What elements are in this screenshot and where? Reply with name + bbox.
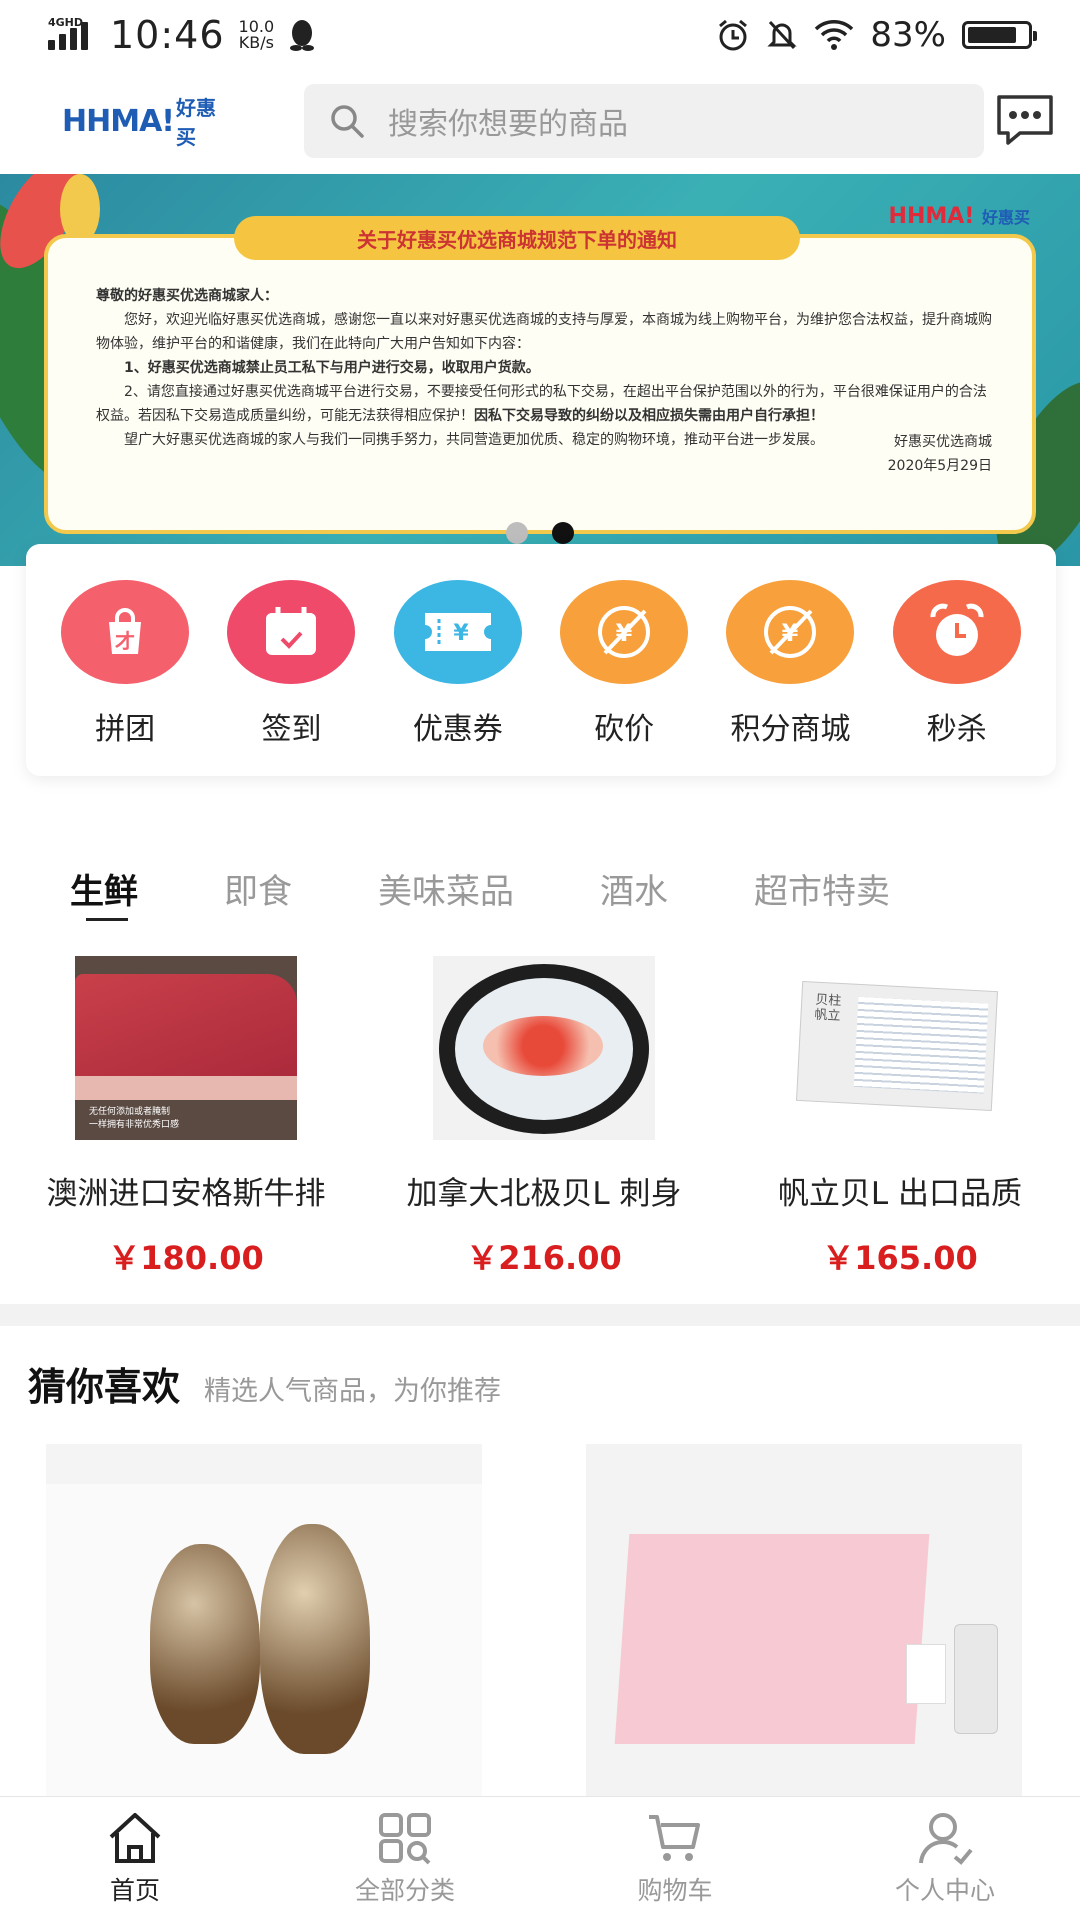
quick-item-coupon[interactable]: ¥ 优惠券 xyxy=(388,580,528,776)
message-icon[interactable] xyxy=(994,91,1056,151)
quick-menu: 才 拼团 签到 ¥ 优惠券 ¥ 砍价 ¥ 积分商城 秒杀 xyxy=(26,544,1056,776)
tab-drinks[interactable]: 酒水 xyxy=(600,864,668,913)
notice-greeting: 尊敬的好惠买优选商城家人： xyxy=(96,288,278,304)
product-price: ￥216.00 xyxy=(466,1239,622,1277)
status-time: 10:46 xyxy=(110,13,225,57)
nav-profile[interactable]: 个人中心 xyxy=(810,1797,1080,1920)
product-image-gift-box xyxy=(586,1444,1022,1800)
quick-item-group-buy[interactable]: 才 拼团 xyxy=(55,580,195,776)
wifi-icon xyxy=(815,20,854,50)
category-grid-icon xyxy=(379,1813,431,1865)
network-speed: 10.0 KB/s xyxy=(238,17,275,52)
cellular-signal-icon: 4GHD xyxy=(48,16,96,50)
coupon-ticket-icon: ¥ xyxy=(393,580,522,684)
notice-point: 2、请您直接通过好惠买优选商城平台进行交易，不要接受任何形式的私下交易，在超出平… xyxy=(96,384,987,424)
search-placeholder: 搜索你想要的商品 xyxy=(388,107,628,142)
banner-dot[interactable] xyxy=(506,522,528,544)
points-mall-icon: ¥ xyxy=(726,580,855,684)
tab-fresh[interactable]: 生鲜 xyxy=(70,864,138,913)
promo-banner[interactable]: HHMA! 好惠买 关于好惠买优选商城规范下单的通知 尊敬的好惠买优选商城家人：… xyxy=(0,174,1080,566)
product-card[interactable]: 加拿大北极贝L 刺身 ￥216.00 xyxy=(384,956,704,1279)
nav-categories[interactable]: 全部分类 xyxy=(270,1797,540,1920)
section-subtitle: 精选人气商品，为你推荐 xyxy=(204,1376,502,1407)
shopping-bag-icon: 才 xyxy=(61,580,190,684)
notice-date: 2020年5月29日 xyxy=(887,458,992,474)
cart-icon xyxy=(649,1815,700,1861)
product-card[interactable]: 贝柱 帆立 帆立贝L 出口品质 ￥165.00 xyxy=(740,956,1060,1279)
nav-home[interactable]: 首页 xyxy=(0,1797,270,1920)
product-image-scallop: 贝柱 帆立 xyxy=(789,956,1011,1140)
top-header: HHMA! 好惠买 搜索你想要的商品 xyxy=(0,78,1080,164)
section-title: 猜你喜欢 xyxy=(28,1365,181,1409)
product-image-surf-clam xyxy=(433,956,655,1140)
status-bar: 4GHD 10:46 10.0 KB/s 83% xyxy=(0,0,1080,70)
product-image-steak: 无任何添加或者腌制 一样拥有非常优秀口感 xyxy=(75,956,297,1140)
alarm-clock-icon xyxy=(892,580,1021,684)
recommend-card[interactable] xyxy=(586,1444,1022,1800)
guess-you-like-header: 猜你喜欢 精选人气商品，为你推荐 xyxy=(28,1356,501,1411)
price-cut-icon: ¥ xyxy=(560,580,689,684)
nav-cart[interactable]: 购物车 xyxy=(540,1797,810,1920)
notice-card: 尊敬的好惠买优选商城家人： 您好，欢迎光临好惠买优选商城，感谢您一直以来对好惠买… xyxy=(44,234,1036,534)
product-name: 澳洲进口安格斯牛排 xyxy=(46,1176,326,1212)
product-name: 加拿大北极贝L 刺身 xyxy=(406,1176,682,1212)
product-list: 无任何添加或者腌制 一样拥有非常优秀口感 澳洲进口安格斯牛排 ￥180.00 加… xyxy=(0,956,1080,1279)
product-name: 帆立贝L 出口品质 xyxy=(777,1176,1023,1212)
quick-item-bargain[interactable]: ¥ 砍价 xyxy=(554,580,694,776)
banner-logo: HHMA! 好惠买 xyxy=(888,204,1030,229)
quick-item-flash-sale[interactable]: 秒杀 xyxy=(887,580,1027,776)
battery-percent: 83% xyxy=(870,15,946,55)
quick-item-points-mall[interactable]: ¥ 积分商城 xyxy=(720,580,860,776)
notice-point: 1、好惠买优选商城禁止员工私下与用户进行交易，收取用户货款。 xyxy=(124,360,540,376)
alarm-icon xyxy=(719,19,748,51)
calendar-check-icon xyxy=(227,580,356,684)
mute-bell-icon xyxy=(767,20,798,50)
app-logo[interactable]: HHMA! 好惠买 xyxy=(62,91,232,151)
home-icon xyxy=(109,1813,161,1863)
section-divider xyxy=(0,1304,1080,1326)
tab-supermarket-sale[interactable]: 超市特卖 xyxy=(754,864,890,913)
search-icon xyxy=(331,105,364,138)
svg-text:¥: ¥ xyxy=(453,621,469,646)
product-price: ￥180.00 xyxy=(108,1239,264,1277)
notice-title: 关于好惠买优选商城规范下单的通知 xyxy=(234,216,800,260)
active-tab-indicator xyxy=(86,918,128,921)
tab-dishes[interactable]: 美味菜品 xyxy=(378,864,514,913)
notice-paragraph: 您好，欢迎光临好惠买优选商城，感谢您一直以来对好惠买优选商城的支持与厚爱，本商城… xyxy=(96,312,992,352)
battery-icon xyxy=(962,21,1037,49)
category-tabs: 生鲜 即食 美味菜品 酒水 超市特卖 xyxy=(0,848,1080,928)
product-image-mushroom xyxy=(46,1484,482,1800)
tab-ready-to-eat[interactable]: 即食 xyxy=(224,864,292,913)
qq-penguin-icon xyxy=(290,20,315,51)
quick-item-checkin[interactable]: 签到 xyxy=(221,580,361,776)
bottom-navigation: 首页 全部分类 购物车 个人中心 xyxy=(0,1796,1080,1920)
banner-dot-active[interactable] xyxy=(552,522,574,544)
svg-text:才: 才 xyxy=(115,629,135,653)
user-icon xyxy=(919,1813,973,1865)
recommend-card[interactable] xyxy=(46,1444,482,1800)
banner-pagination xyxy=(506,522,574,544)
search-bar[interactable]: 搜索你想要的商品 xyxy=(304,84,984,158)
product-card[interactable]: 无任何添加或者腌制 一样拥有非常优秀口感 澳洲进口安格斯牛排 ￥180.00 xyxy=(26,956,346,1279)
product-price: ￥165.00 xyxy=(822,1239,978,1277)
